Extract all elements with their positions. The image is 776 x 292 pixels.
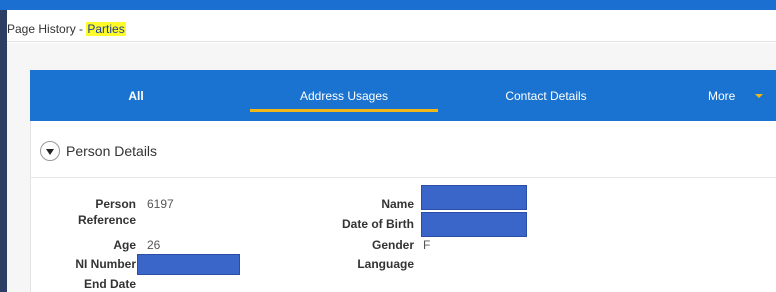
page-title: Page History - Parties [7, 22, 126, 36]
name-redacted [421, 185, 527, 210]
tab-contact-details-label: Contact Details [505, 88, 587, 103]
date-of-birth-label: Date of Birth [342, 217, 414, 231]
tab-more-label: More [708, 88, 736, 103]
tab-contact-details[interactable]: Contact Details [470, 70, 622, 121]
age-value: 26 [147, 238, 161, 252]
age-label: Age [113, 238, 136, 252]
tab-all-label: All [128, 88, 144, 103]
collapse-toggle-icon[interactable] [40, 141, 60, 161]
tab-all[interactable]: All [90, 70, 182, 121]
tab-more[interactable]: More [690, 70, 776, 121]
ni-number-label: NI Number [75, 257, 136, 271]
end-date-label: End Date [83, 277, 136, 291]
section-title: Person Details [66, 143, 158, 159]
left-edge-bar [0, 10, 7, 292]
top-accent-bar [0, 0, 776, 10]
tab-address-usages[interactable]: Address Usages [250, 70, 438, 121]
person-details-header[interactable]: Person Details [40, 141, 157, 161]
page-title-entity: Parties [86, 22, 126, 36]
ni-number-redacted [137, 254, 240, 275]
tab-bar: All Address Usages Contact Details More [30, 70, 776, 121]
triangle-down-icon [46, 148, 54, 155]
chevron-down-icon [755, 93, 764, 98]
person-reference-label-line1: Person [95, 197, 136, 211]
page-title-prefix: Page History - [7, 22, 87, 36]
section-divider [31, 177, 776, 178]
gender-value: F [423, 238, 431, 252]
person-reference-value: 6197 [147, 197, 174, 211]
name-label: Name [381, 197, 414, 211]
language-label: Language [357, 257, 414, 271]
tab-address-usages-label: Address Usages [299, 88, 389, 103]
gender-label: Gender [371, 238, 414, 252]
person-reference-label-line2: Reference [77, 213, 136, 227]
date-of-birth-redacted [421, 212, 527, 237]
